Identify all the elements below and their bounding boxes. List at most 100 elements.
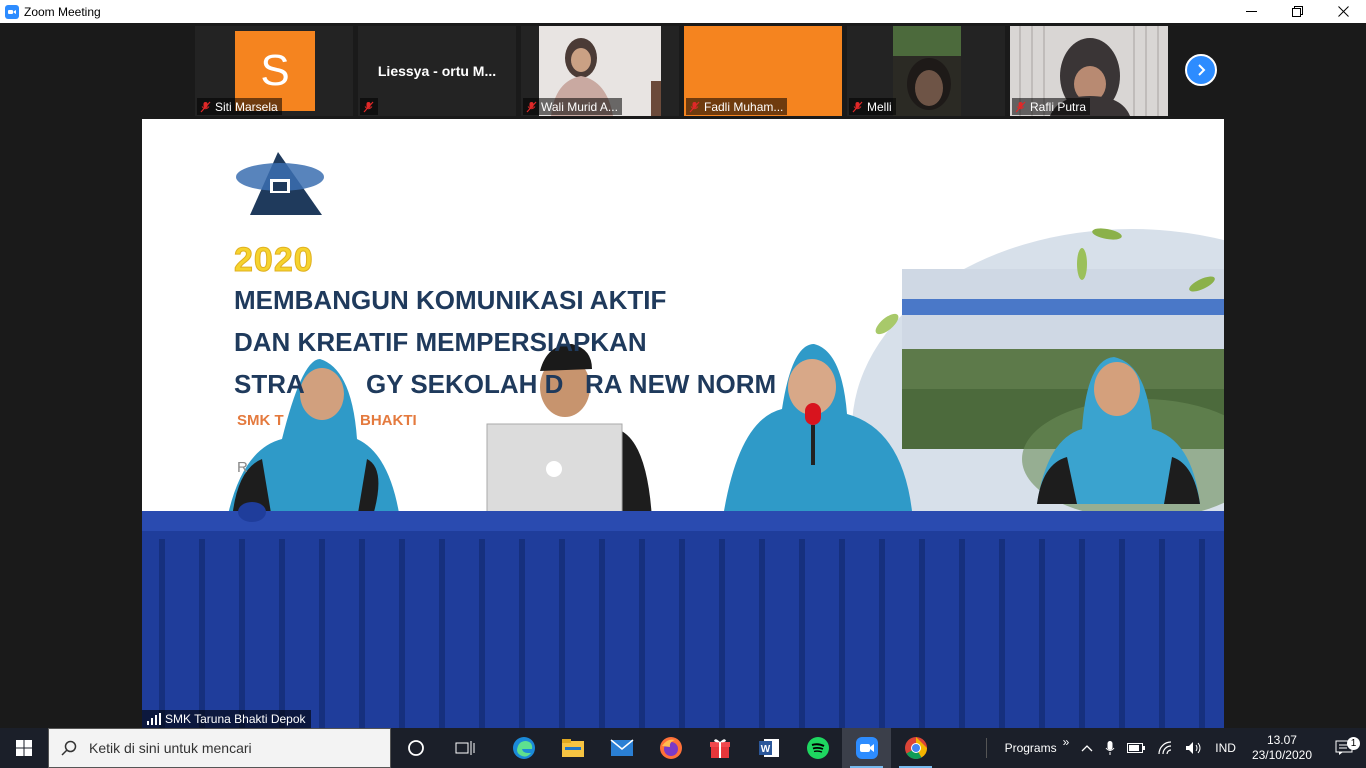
active-speaker-name-tag: SMK Taruna Bhakti Depok <box>142 710 311 728</box>
taskbar-firefox[interactable] <box>646 728 695 768</box>
participant-name: Siti Marsela <box>215 99 278 114</box>
participant-name: Melli <box>867 99 892 114</box>
zoom-app-icon <box>5 4 19 19</box>
spotify-icon <box>806 737 829 759</box>
chrome-icon <box>904 737 927 759</box>
next-page-button[interactable] <box>1185 54 1217 86</box>
participant-name-tag: Wali Murid A... <box>523 98 622 115</box>
muted-mic-icon <box>363 101 374 112</box>
microphone-icon <box>1105 741 1115 755</box>
participant-name-tag: Melli <box>849 98 896 115</box>
chevron-double-right-icon: » <box>1062 735 1070 749</box>
slide-year: 2020 <box>234 241 314 280</box>
clock-date: 23/10/2020 <box>1251 748 1312 762</box>
taskbar-spotify[interactable] <box>793 728 842 768</box>
gift-icon <box>709 739 730 758</box>
participant-tile[interactable]: Liessya - ortu M... <box>358 26 516 116</box>
battery-icon <box>1127 743 1146 753</box>
muted-mic-icon <box>526 101 537 112</box>
system-tray: Programs » IND 13.07 23/10/2020 1 <box>985 728 1366 768</box>
taskbar-zoom[interactable] <box>842 728 891 768</box>
task-view-icon <box>455 741 474 755</box>
signal-strength-icon <box>147 713 161 725</box>
minimize-icon <box>1245 11 1257 12</box>
muted-mic-icon <box>852 101 863 112</box>
chevron-up-icon <box>1081 745 1093 752</box>
restore-button[interactable] <box>1274 0 1320 23</box>
slide-fragment: R <box>237 459 248 476</box>
close-icon <box>1337 6 1349 17</box>
participant-name-tag: Fadli Muham... <box>686 98 788 115</box>
notification-count-badge: 1 <box>1347 737 1360 750</box>
window-controls <box>1228 0 1366 23</box>
wifi-tray-button[interactable] <box>1151 741 1179 755</box>
slide-title-line-1: MEMBANGUN KOMUNIKASI AKTIF <box>234 285 667 315</box>
programs-toolbar[interactable]: Programs » <box>999 735 1076 755</box>
firefox-icon <box>659 737 682 759</box>
taskbar-chrome[interactable] <box>891 728 940 768</box>
taskbar-clock[interactable]: 13.07 23/10/2020 <box>1242 733 1322 763</box>
wifi-icon <box>1158 741 1172 755</box>
meeting-area: S Siti Marsela Liessya - ortu M... Wali … <box>0 23 1366 728</box>
participant-tile[interactable]: Fadli Muham... <box>684 26 842 116</box>
action-center-button[interactable]: 1 <box>1322 737 1366 756</box>
participant-name-tag: Siti Marsela <box>197 98 282 115</box>
window-title: Zoom Meeting <box>24 4 101 19</box>
muted-mic-icon <box>1015 101 1026 112</box>
taskbar-word[interactable]: W <box>744 728 793 768</box>
clock-time: 13.07 <box>1266 733 1297 747</box>
volume-tray-button[interactable] <box>1179 741 1209 755</box>
chevron-right-icon <box>1198 64 1206 76</box>
active-speaker-name: SMK Taruna Bhakti Depok <box>165 712 306 726</box>
participant-tile[interactable]: Melli <box>847 26 1005 116</box>
slide-subtitle-a: SMK T <box>237 412 284 429</box>
mail-icon <box>610 739 633 756</box>
stage-scene <box>142 119 1224 728</box>
task-view-button[interactable] <box>440 728 489 768</box>
participant-name: Rafli Putra <box>1030 99 1087 114</box>
search-icon <box>61 740 77 756</box>
participant-name: Wali Murid A... <box>541 99 618 114</box>
speaker-icon <box>1186 742 1201 754</box>
folder-icon <box>561 739 584 757</box>
slide-title-line-2: DAN KREATIF MEMPERSIAPKAN <box>234 327 647 357</box>
muted-mic-icon <box>689 101 700 112</box>
participant-tile[interactable]: Wali Murid A... <box>521 26 679 116</box>
participant-tile[interactable]: Rafli Putra <box>1010 26 1168 116</box>
programs-label: Programs <box>1004 741 1057 755</box>
taskbar-file-explorer[interactable] <box>548 728 597 768</box>
slide-title-line-3c: RA NEW NORM <box>585 369 777 399</box>
muted-mic-icon <box>200 101 211 112</box>
gallery-strip: S Siti Marsela Liessya - ortu M... Wali … <box>195 26 1217 118</box>
participant-name-tag: Rafli Putra <box>1012 98 1091 115</box>
participant-display-name: Liessya - ortu M... <box>377 63 497 79</box>
slide-subtitle-b: BHAKTI <box>360 412 417 429</box>
battery-tray-button[interactable] <box>1121 743 1151 753</box>
taskbar-gift-app[interactable] <box>695 728 744 768</box>
title-bar: Zoom Meeting <box>0 0 1366 23</box>
microphone-tray-button[interactable] <box>1099 740 1121 756</box>
windows-taskbar: Ketik di sini untuk mencari W Programs » <box>0 728 1366 768</box>
restore-icon <box>1291 6 1303 17</box>
active-speaker-video[interactable]: 2020 MEMBANGUN KOMUNIKASI AKTIF DAN KREA… <box>142 119 1224 728</box>
taskbar-search-box[interactable]: Ketik di sini untuk mencari <box>48 728 391 768</box>
slide-title-line-3a: STRA <box>234 369 305 399</box>
taskbar-edge[interactable] <box>499 728 548 768</box>
word-icon: W <box>758 739 779 757</box>
show-hidden-icons-button[interactable] <box>1075 744 1099 752</box>
participant-name: Fadli Muham... <box>704 99 784 114</box>
edge-icon <box>512 737 535 759</box>
minimize-button[interactable] <box>1228 0 1274 23</box>
svg-text:W: W <box>760 744 770 755</box>
close-button[interactable] <box>1320 0 1366 23</box>
language-indicator[interactable]: IND <box>1209 741 1242 755</box>
start-button[interactable] <box>0 728 48 768</box>
cortana-button[interactable] <box>391 728 440 768</box>
participant-tile[interactable]: S Siti Marsela <box>195 26 353 116</box>
taskbar-mail[interactable] <box>597 728 646 768</box>
search-placeholder: Ketik di sini untuk mencari <box>89 740 252 756</box>
cortana-circle-icon <box>407 740 424 756</box>
zoom-icon <box>855 737 878 759</box>
windows-logo-icon <box>16 740 32 756</box>
tray-divider <box>985 738 999 758</box>
